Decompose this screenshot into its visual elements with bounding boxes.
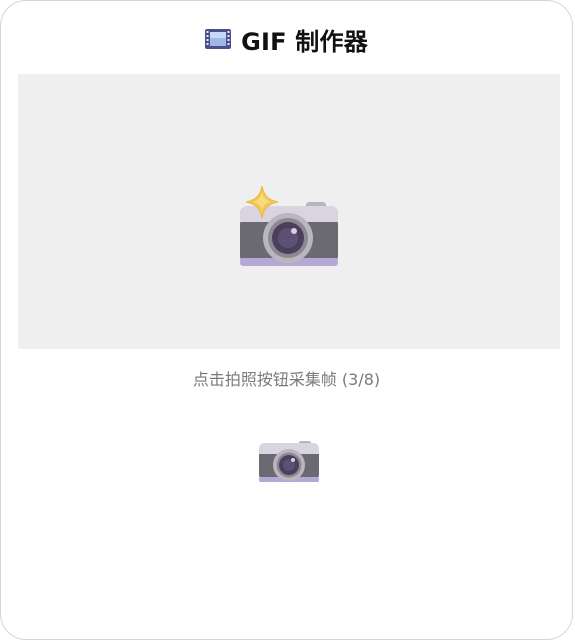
page-title: GIF 制作器 [241, 27, 368, 56]
capture-frame-button[interactable] [257, 439, 321, 485]
gif-maker-card: GIF 制作器 点击拍照按钮采集帧 (3/8) [0, 0, 573, 640]
film-frames-icon [205, 28, 232, 50]
header: GIF 制作器 [1, 21, 572, 57]
frame-capture-status: 点击拍照按钮采集帧 (3/8) [192, 370, 381, 389]
camera-preview [18, 74, 560, 349]
camera-with-flash-icon [238, 184, 342, 274]
camera-icon [257, 439, 321, 485]
